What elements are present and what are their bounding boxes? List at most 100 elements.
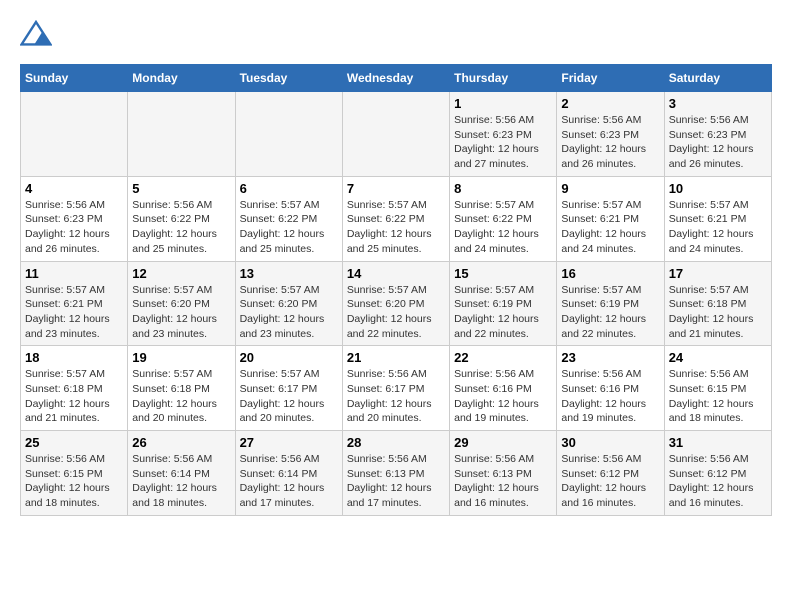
week-row: 1 Sunrise: 5:56 AM Sunset: 6:23 PM Daylig… bbox=[21, 92, 772, 177]
column-header-tuesday: Tuesday bbox=[235, 65, 342, 92]
day-info: Sunrise: 5:56 AM Sunset: 6:16 PM Dayligh… bbox=[561, 367, 659, 426]
day-number: 11 bbox=[25, 266, 123, 281]
column-header-saturday: Saturday bbox=[664, 65, 771, 92]
column-header-wednesday: Wednesday bbox=[342, 65, 449, 92]
day-info: Sunrise: 5:57 AM Sunset: 6:20 PM Dayligh… bbox=[347, 283, 445, 342]
calendar-cell: 1 Sunrise: 5:56 AM Sunset: 6:23 PM Daylig… bbox=[450, 92, 557, 177]
day-number: 24 bbox=[669, 350, 767, 365]
column-header-thursday: Thursday bbox=[450, 65, 557, 92]
calendar-cell: 11 Sunrise: 5:57 AM Sunset: 6:21 PM Dayli… bbox=[21, 261, 128, 346]
day-number: 27 bbox=[240, 435, 338, 450]
calendar-cell: 13 Sunrise: 5:57 AM Sunset: 6:20 PM Dayli… bbox=[235, 261, 342, 346]
calendar-header: SundayMondayTuesdayWednesdayThursdayFrid… bbox=[21, 65, 772, 92]
day-info: Sunrise: 5:56 AM Sunset: 6:23 PM Dayligh… bbox=[25, 198, 123, 257]
day-info: Sunrise: 5:56 AM Sunset: 6:23 PM Dayligh… bbox=[669, 113, 767, 172]
day-number: 12 bbox=[132, 266, 230, 281]
calendar-cell: 6 Sunrise: 5:57 AM Sunset: 6:22 PM Daylig… bbox=[235, 176, 342, 261]
day-number: 25 bbox=[25, 435, 123, 450]
day-info: Sunrise: 5:57 AM Sunset: 6:21 PM Dayligh… bbox=[561, 198, 659, 257]
calendar-cell bbox=[235, 92, 342, 177]
calendar-cell: 16Sunrise: 5:57 AM Sunset: 6:19 PM Dayli… bbox=[557, 261, 664, 346]
day-info: Sunrise: 5:56 AM Sunset: 6:12 PM Dayligh… bbox=[561, 452, 659, 511]
week-row: 11 Sunrise: 5:57 AM Sunset: 6:21 PM Dayli… bbox=[21, 261, 772, 346]
day-info: Sunrise: 5:56 AM Sunset: 6:13 PM Dayligh… bbox=[454, 452, 552, 511]
day-info: Sunrise: 5:56 AM Sunset: 6:23 PM Dayligh… bbox=[454, 113, 552, 172]
calendar-cell: 22Sunrise: 5:56 AM Sunset: 6:16 PM Dayli… bbox=[450, 346, 557, 431]
day-info: Sunrise: 5:57 AM Sunset: 6:19 PM Dayligh… bbox=[454, 283, 552, 342]
calendar-cell: 9 Sunrise: 5:57 AM Sunset: 6:21 PM Daylig… bbox=[557, 176, 664, 261]
calendar-cell: 2 Sunrise: 5:56 AM Sunset: 6:23 PM Daylig… bbox=[557, 92, 664, 177]
column-header-sunday: Sunday bbox=[21, 65, 128, 92]
day-info: Sunrise: 5:57 AM Sunset: 6:18 PM Dayligh… bbox=[669, 283, 767, 342]
day-number: 9 bbox=[561, 181, 659, 196]
day-number: 6 bbox=[240, 181, 338, 196]
day-info: Sunrise: 5:57 AM Sunset: 6:19 PM Dayligh… bbox=[561, 283, 659, 342]
calendar-cell bbox=[21, 92, 128, 177]
day-number: 19 bbox=[132, 350, 230, 365]
day-info: Sunrise: 5:56 AM Sunset: 6:16 PM Dayligh… bbox=[454, 367, 552, 426]
calendar-cell: 23Sunrise: 5:56 AM Sunset: 6:16 PM Dayli… bbox=[557, 346, 664, 431]
day-info: Sunrise: 5:56 AM Sunset: 6:23 PM Dayligh… bbox=[561, 113, 659, 172]
day-info: Sunrise: 5:56 AM Sunset: 6:14 PM Dayligh… bbox=[240, 452, 338, 511]
day-info: Sunrise: 5:57 AM Sunset: 6:20 PM Dayligh… bbox=[132, 283, 230, 342]
calendar-cell: 30 Sunrise: 5:56 AM Sunset: 6:12 PM Dayli… bbox=[557, 431, 664, 516]
day-info: Sunrise: 5:57 AM Sunset: 6:17 PM Dayligh… bbox=[240, 367, 338, 426]
day-number: 7 bbox=[347, 181, 445, 196]
calendar-cell: 28 Sunrise: 5:56 AM Sunset: 6:13 PM Dayli… bbox=[342, 431, 449, 516]
calendar-cell: 20 Sunrise: 5:57 AM Sunset: 6:17 PM Dayli… bbox=[235, 346, 342, 431]
column-header-friday: Friday bbox=[557, 65, 664, 92]
day-number: 13 bbox=[240, 266, 338, 281]
calendar-cell: 10 Sunrise: 5:57 AM Sunset: 6:21 PM Dayli… bbox=[664, 176, 771, 261]
day-number: 14 bbox=[347, 266, 445, 281]
day-info: Sunrise: 5:56 AM Sunset: 6:15 PM Dayligh… bbox=[669, 367, 767, 426]
day-number: 21 bbox=[347, 350, 445, 365]
day-number: 18 bbox=[25, 350, 123, 365]
calendar-cell: 17 Sunrise: 5:57 AM Sunset: 6:18 PM Dayli… bbox=[664, 261, 771, 346]
generalblue-logo-icon bbox=[20, 20, 52, 48]
calendar-cell: 14 Sunrise: 5:57 AM Sunset: 6:20 PM Dayli… bbox=[342, 261, 449, 346]
day-number: 28 bbox=[347, 435, 445, 450]
day-info: Sunrise: 5:56 AM Sunset: 6:12 PM Dayligh… bbox=[669, 452, 767, 511]
calendar-cell: 8Sunrise: 5:57 AM Sunset: 6:22 PM Daylig… bbox=[450, 176, 557, 261]
day-number: 17 bbox=[669, 266, 767, 281]
day-info: Sunrise: 5:57 AM Sunset: 6:18 PM Dayligh… bbox=[132, 367, 230, 426]
day-info: Sunrise: 5:57 AM Sunset: 6:22 PM Dayligh… bbox=[240, 198, 338, 257]
calendar-cell: 12 Sunrise: 5:57 AM Sunset: 6:20 PM Dayli… bbox=[128, 261, 235, 346]
day-info: Sunrise: 5:56 AM Sunset: 6:17 PM Dayligh… bbox=[347, 367, 445, 426]
day-number: 26 bbox=[132, 435, 230, 450]
day-info: Sunrise: 5:57 AM Sunset: 6:21 PM Dayligh… bbox=[669, 198, 767, 257]
day-number: 10 bbox=[669, 181, 767, 196]
day-number: 20 bbox=[240, 350, 338, 365]
calendar-cell: 15 Sunrise: 5:57 AM Sunset: 6:19 PM Dayli… bbox=[450, 261, 557, 346]
calendar-cell bbox=[128, 92, 235, 177]
day-info: Sunrise: 5:56 AM Sunset: 6:13 PM Dayligh… bbox=[347, 452, 445, 511]
day-number: 5 bbox=[132, 181, 230, 196]
calendar-cell: 25 Sunrise: 5:56 AM Sunset: 6:15 PM Dayli… bbox=[21, 431, 128, 516]
calendar-cell: 5 Sunrise: 5:56 AM Sunset: 6:22 PM Daylig… bbox=[128, 176, 235, 261]
calendar-cell bbox=[342, 92, 449, 177]
calendar-cell: 3 Sunrise: 5:56 AM Sunset: 6:23 PM Daylig… bbox=[664, 92, 771, 177]
day-number: 1 bbox=[454, 96, 552, 111]
day-info: Sunrise: 5:56 AM Sunset: 6:22 PM Dayligh… bbox=[132, 198, 230, 257]
day-number: 4 bbox=[25, 181, 123, 196]
calendar-cell: 21 Sunrise: 5:56 AM Sunset: 6:17 PM Dayli… bbox=[342, 346, 449, 431]
day-info: Sunrise: 5:57 AM Sunset: 6:18 PM Dayligh… bbox=[25, 367, 123, 426]
calendar-table: SundayMondayTuesdayWednesdayThursdayFrid… bbox=[20, 64, 772, 516]
calendar-cell: 31Sunrise: 5:56 AM Sunset: 6:12 PM Dayli… bbox=[664, 431, 771, 516]
calendar-cell: 27 Sunrise: 5:56 AM Sunset: 6:14 PM Dayli… bbox=[235, 431, 342, 516]
day-number: 3 bbox=[669, 96, 767, 111]
calendar-cell: 18 Sunrise: 5:57 AM Sunset: 6:18 PM Dayli… bbox=[21, 346, 128, 431]
day-number: 29 bbox=[454, 435, 552, 450]
calendar-cell: 24 Sunrise: 5:56 AM Sunset: 6:15 PM Dayli… bbox=[664, 346, 771, 431]
day-info: Sunrise: 5:57 AM Sunset: 6:21 PM Dayligh… bbox=[25, 283, 123, 342]
logo bbox=[20, 20, 56, 48]
day-info: Sunrise: 5:56 AM Sunset: 6:15 PM Dayligh… bbox=[25, 452, 123, 511]
day-info: Sunrise: 5:57 AM Sunset: 6:22 PM Dayligh… bbox=[454, 198, 552, 257]
page-header bbox=[20, 20, 772, 48]
calendar-cell: 26Sunrise: 5:56 AM Sunset: 6:14 PM Dayli… bbox=[128, 431, 235, 516]
day-number: 30 bbox=[561, 435, 659, 450]
week-row: 4 Sunrise: 5:56 AM Sunset: 6:23 PM Daylig… bbox=[21, 176, 772, 261]
day-number: 15 bbox=[454, 266, 552, 281]
day-info: Sunrise: 5:57 AM Sunset: 6:20 PM Dayligh… bbox=[240, 283, 338, 342]
day-number: 2 bbox=[561, 96, 659, 111]
